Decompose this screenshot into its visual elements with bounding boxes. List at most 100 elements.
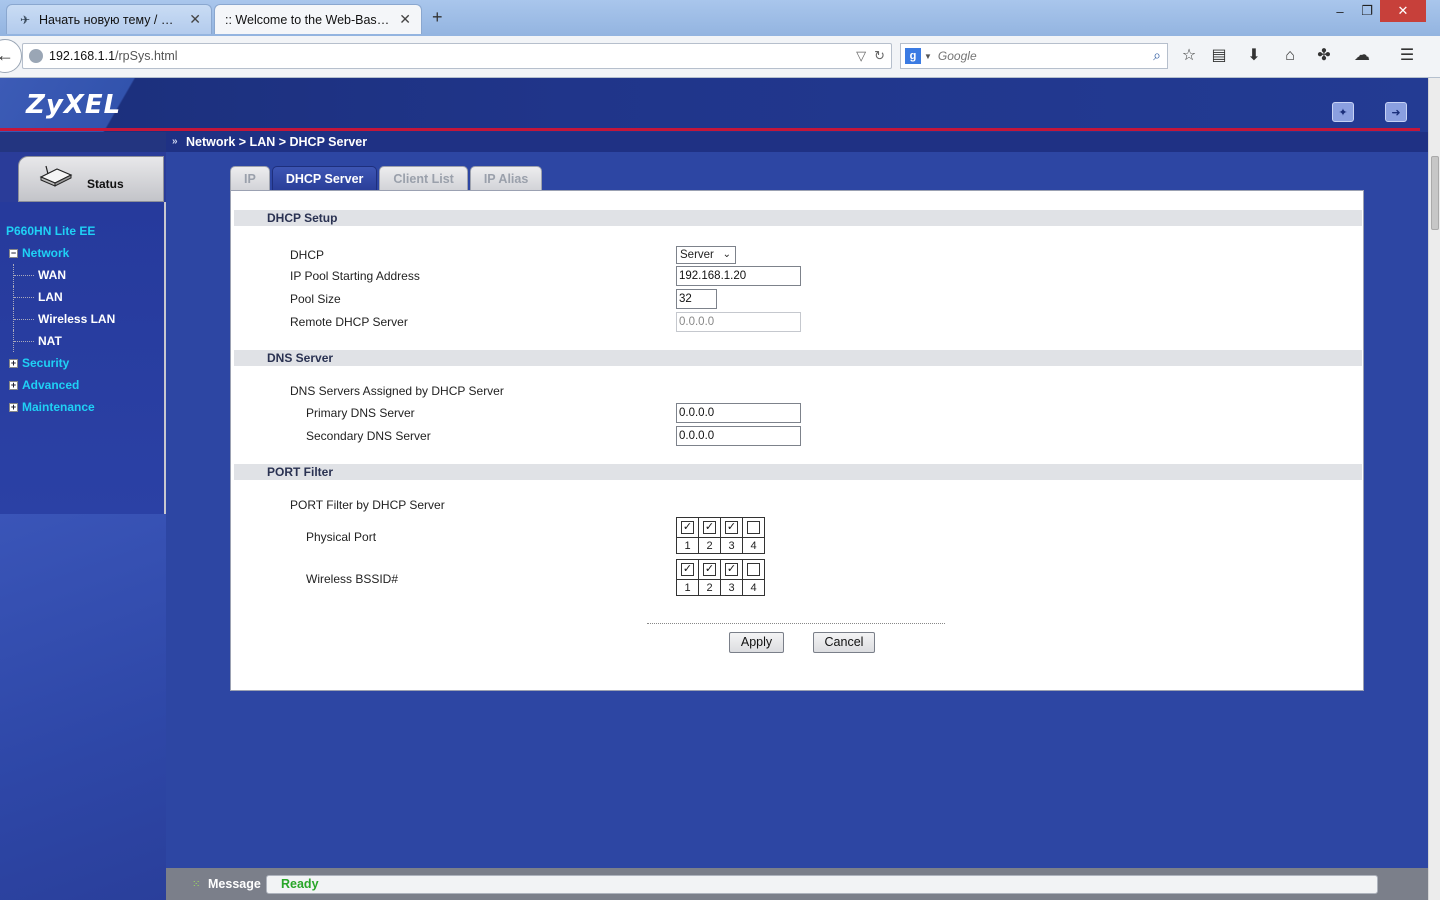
- download-icon[interactable]: ⬇: [1242, 45, 1266, 69]
- search-input[interactable]: [937, 49, 1138, 63]
- router-page: ZyXEL ✦ ➜ Status P660HN Lite EE − Networ…: [0, 78, 1440, 900]
- section-tabs: IP DHCP Server Client List IP Alias: [230, 166, 543, 190]
- status-button[interactable]: Status: [18, 156, 164, 202]
- search-icon[interactable]: ⌕: [1153, 47, 1161, 64]
- pool-size-label: Pool Size: [290, 292, 341, 306]
- secondary-dns-label: Secondary DNS Server: [306, 429, 431, 443]
- physical-port-label: Physical Port: [306, 530, 377, 544]
- port-number: 3: [720, 579, 743, 596]
- menu-item-nat[interactable]: NAT: [0, 330, 166, 352]
- wireless-bssid-2-checkbox[interactable]: ✓: [703, 563, 716, 576]
- port-number: 2: [698, 537, 721, 554]
- primary-dns-label: Primary DNS Server: [306, 406, 415, 420]
- close-window-icon[interactable]: ✕: [1380, 0, 1426, 22]
- cancel-button[interactable]: Cancel: [813, 632, 875, 653]
- close-tab-icon[interactable]: ✕: [189, 11, 201, 28]
- wizard-icon[interactable]: ✦: [1332, 102, 1354, 122]
- back-arrow-icon[interactable]: ←: [0, 39, 22, 73]
- wireless-bssid-3-checkbox[interactable]: ✓: [725, 563, 738, 576]
- divider: [647, 623, 945, 624]
- chevron-down-icon: ⌄: [722, 249, 731, 260]
- status-label: Status: [87, 177, 124, 191]
- remote-dhcp-input[interactable]: [676, 312, 801, 332]
- forum-favicon-icon: ✈: [19, 12, 31, 27]
- menu-item-network[interactable]: − Network: [0, 242, 166, 264]
- bookmark-star-icon[interactable]: ☆: [1177, 45, 1201, 69]
- menu-item-lan[interactable]: LAN: [0, 286, 166, 308]
- navigation-panel: P660HN Lite EE − Network WAN LAN Wireles…: [0, 202, 166, 514]
- pool-start-label: IP Pool Starting Address: [290, 269, 420, 283]
- menu-item-wireless-lan[interactable]: Wireless LAN: [0, 308, 166, 330]
- wireless-bssid-4-checkbox[interactable]: [747, 563, 760, 576]
- physical-port-4-checkbox[interactable]: [747, 521, 760, 534]
- reload-icon[interactable]: ↻: [874, 48, 885, 64]
- wireless-bssid-1-checkbox[interactable]: ✓: [681, 563, 694, 576]
- menu-item-wan[interactable]: WAN: [0, 264, 166, 286]
- address-bar[interactable]: 192.168.1.1/rpSys.html ▽ ↻: [22, 43, 892, 69]
- apply-button[interactable]: Apply: [729, 632, 784, 653]
- restore-icon[interactable]: ❐: [1354, 0, 1380, 22]
- tab-client-list[interactable]: Client List: [379, 166, 468, 190]
- secondary-dns-input[interactable]: [676, 426, 801, 446]
- pool-size-input[interactable]: [676, 289, 717, 309]
- sync-cloud-icon[interactable]: ☁: [1350, 45, 1374, 69]
- collapse-icon[interactable]: −: [9, 249, 18, 258]
- section-dhcp-setup: DHCP Setup: [234, 210, 1362, 226]
- wireless-bssid-label: Wireless BSSID#: [306, 572, 399, 586]
- scrollbar-thumb[interactable]: [1431, 156, 1439, 230]
- dns-assigned-label: DNS Servers Assigned by DHCP Server: [290, 384, 504, 398]
- menu-item-security[interactable]: + Security: [0, 352, 166, 374]
- dhcp-mode-select[interactable]: Server ⌄: [676, 246, 736, 264]
- new-tab-icon[interactable]: +: [432, 7, 443, 28]
- header-red-line: [0, 128, 1420, 131]
- addon-icon[interactable]: ✤: [1312, 45, 1336, 69]
- home-icon[interactable]: ⌂: [1278, 45, 1302, 69]
- main-content: IP DHCP Server Client List IP Alias DHCP…: [166, 152, 1428, 868]
- wireless-bssid-grid: ✓ ✓ ✓ 1 2 3 4: [676, 559, 765, 596]
- bookmarks-list-icon[interactable]: ▤: [1207, 45, 1231, 69]
- port-number: 3: [720, 537, 743, 554]
- browser-tab-forum[interactable]: ✈ Начать новую тему / Фор... ✕: [6, 4, 212, 34]
- expand-icon[interactable]: +: [9, 359, 18, 368]
- browser-tabstrip: ✈ Начать новую тему / Фор... ✕ :: Welcom…: [0, 0, 1440, 36]
- tab-ip[interactable]: IP: [230, 166, 270, 190]
- message-status: Ready: [266, 875, 1378, 894]
- minimize-icon[interactable]: –: [1326, 0, 1354, 22]
- pool-start-input[interactable]: [676, 266, 801, 286]
- page-scrollbar[interactable]: [1428, 78, 1440, 900]
- menu-hamburger-icon[interactable]: ☰: [1395, 45, 1419, 69]
- dropdown-arrow-icon[interactable]: ▽: [856, 48, 866, 64]
- globe-icon: [29, 49, 43, 63]
- port-filter-label: PORT Filter by DHCP Server: [290, 498, 445, 512]
- tab-ip-alias[interactable]: IP Alias: [469, 166, 543, 190]
- chevron-down-icon[interactable]: ▼: [924, 52, 932, 61]
- browser-navbar: ← 192.168.1.1/rpSys.html ▽ ↻ g ▼ ⌕ ☆ ▤ ⬇…: [0, 36, 1440, 78]
- expand-icon[interactable]: +: [9, 403, 18, 412]
- section-port-filter: PORT Filter: [234, 464, 1362, 480]
- router-icon: [39, 165, 73, 187]
- physical-port-3-checkbox[interactable]: ✓: [725, 521, 738, 534]
- zyxel-logo: ZyXEL: [26, 90, 122, 120]
- model-name: P660HN Lite EE: [6, 224, 96, 238]
- tab-dhcp-server[interactable]: DHCP Server: [271, 166, 378, 190]
- physical-port-1-checkbox[interactable]: ✓: [681, 521, 694, 534]
- port-number: 1: [676, 537, 699, 554]
- browser-tab-title: :: Welcome to the Web-Based ...: [225, 12, 392, 27]
- menu-item-maintenance[interactable]: + Maintenance: [0, 396, 166, 418]
- dhcp-settings-panel: DHCP Setup DHCP Server ⌄ IP Pool Startin…: [230, 190, 1364, 691]
- port-number: 4: [742, 579, 765, 596]
- physical-port-grid: ✓ ✓ ✓ 1 2 3 4: [676, 517, 765, 554]
- browser-tab-router[interactable]: :: Welcome to the Web-Based ... ✕: [214, 4, 422, 34]
- menu-item-advanced[interactable]: + Advanced: [0, 374, 166, 396]
- logout-icon[interactable]: ➜: [1385, 102, 1407, 122]
- physical-port-2-checkbox[interactable]: ✓: [703, 521, 716, 534]
- expand-icon[interactable]: +: [9, 381, 18, 390]
- port-number: 2: [698, 579, 721, 596]
- primary-dns-input[interactable]: [676, 403, 801, 423]
- google-engine-icon[interactable]: g: [905, 48, 921, 64]
- close-tab-icon[interactable]: ✕: [399, 11, 411, 28]
- search-bar[interactable]: g ▼ ⌕: [900, 43, 1168, 69]
- header-banner: ZyXEL ✦ ➜: [0, 78, 1428, 132]
- browser-tab-title: Начать новую тему / Фор...: [39, 12, 182, 27]
- section-dns-server: DNS Server: [234, 350, 1362, 366]
